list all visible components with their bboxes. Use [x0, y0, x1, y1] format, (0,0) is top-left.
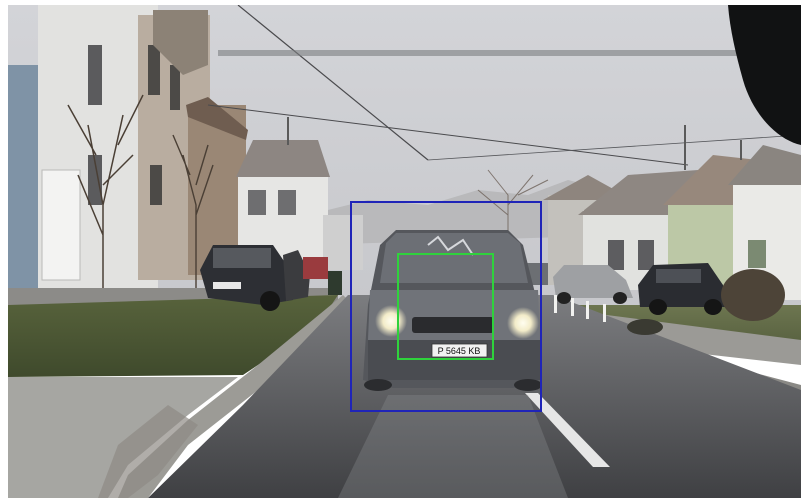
white-house-window: [248, 190, 266, 215]
white-house-window: [278, 190, 296, 215]
left-house-beige-window: [150, 165, 162, 205]
left-house-window: [88, 45, 102, 105]
left-house-white-door: [41, 169, 81, 281]
planter: [627, 319, 663, 335]
left-house-beige-window: [148, 45, 160, 95]
right-house-far-right-window: [748, 240, 766, 268]
right-house-window: [608, 240, 624, 270]
right-house-window: [638, 240, 654, 270]
photo-frame: P 5645 KB: [0, 0, 801, 498]
parked-car-red: [303, 257, 328, 279]
left-house-beige-window: [170, 65, 180, 110]
trash-bin: [328, 271, 342, 295]
bush: [721, 269, 785, 321]
vehicle-front-bounding-box: [397, 253, 494, 360]
